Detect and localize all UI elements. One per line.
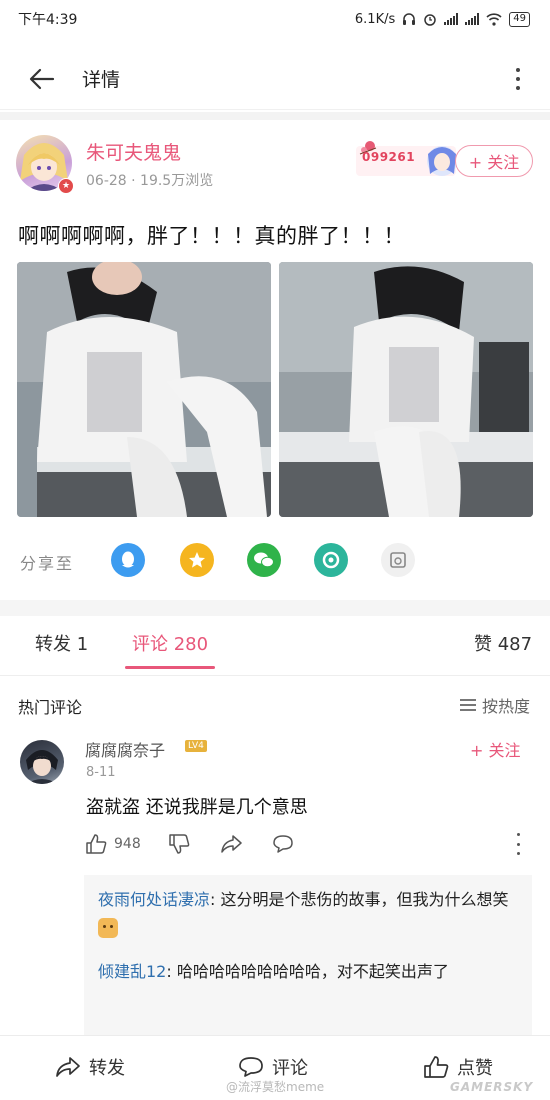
author-name[interactable]: 朱可夫鬼鬼 <box>86 138 181 165</box>
follow-author-button[interactable]: + 关注 <box>455 145 533 177</box>
replies-box[interactable]: 夜雨何处话凄凉: 这分明是个悲伤的故事，但我为什么想笑 倾建乱12: 哈哈哈哈哈… <box>84 875 532 1035</box>
back-button[interactable] <box>22 59 62 99</box>
follow-commenter-button[interactable]: + 关注 <box>470 737 521 761</box>
more-options-button[interactable] <box>508 66 528 92</box>
share-weibo-button[interactable] <box>381 543 415 577</box>
comment-button[interactable]: 评论 <box>238 1054 308 1080</box>
signal-icon <box>444 13 459 25</box>
status-bar: 下午4:39 6.1K/s 49 <box>0 0 550 38</box>
share-wechat-button[interactable] <box>247 543 281 577</box>
comment-like-count: 948 <box>114 836 141 852</box>
commenter-avatar-illustration <box>26 750 58 784</box>
wechat-icon <box>254 552 274 568</box>
tab-likes[interactable]: 赞 487 <box>474 630 532 656</box>
level-badge: LV4 <box>185 740 207 752</box>
moments-icon <box>322 551 340 569</box>
watermark: @流浮莫愁meme <box>226 1080 325 1094</box>
comment-bubble-icon <box>239 1057 263 1077</box>
comment-bubble-icon <box>272 835 293 853</box>
like-button[interactable]: 点赞 <box>423 1054 493 1080</box>
commenter-name[interactable]: 腐腐腐奈子 <box>85 737 165 761</box>
thumbs-up-icon <box>424 1056 449 1078</box>
headphone-icon <box>403 13 416 25</box>
tab-comments[interactable]: 评论 280 <box>132 630 208 656</box>
comment-reply-button[interactable] <box>271 832 295 856</box>
weibo-icon <box>390 552 406 568</box>
verified-badge: ★ <box>58 178 74 194</box>
page-title: 详情 <box>82 69 121 91</box>
share-qzone-button[interactable] <box>180 543 214 577</box>
share-moments-button[interactable] <box>314 543 348 577</box>
comment-dislike-button[interactable] <box>167 832 191 856</box>
divider <box>0 112 550 120</box>
sort-label: 按热度 <box>481 697 530 716</box>
share-qq-button[interactable] <box>111 543 145 577</box>
tabs-divider <box>0 675 550 676</box>
comment-actions: 948 <box>84 832 323 856</box>
reply-author[interactable]: 倾建乱12 <box>98 962 166 981</box>
net-speed: 6.1K/s <box>354 11 396 27</box>
like-label: 点赞 <box>457 1058 493 1079</box>
comment-more-button[interactable] <box>514 833 522 855</box>
share-arrow-icon <box>56 1057 80 1077</box>
comment-label: 评论 <box>272 1058 308 1079</box>
photo-illustration-1 <box>17 262 271 517</box>
reply-text: : 这分明是个悲伤的故事，但我为什么想笑 <box>210 890 509 909</box>
commenter-avatar[interactable] <box>20 740 64 784</box>
post-photo-1[interactable] <box>17 262 271 517</box>
decoration-number: 099261 <box>362 150 416 164</box>
comment-like-button[interactable] <box>84 832 108 856</box>
post-text: 啊啊啊啊啊，胖了！！！真的胖了！！！ <box>18 224 405 248</box>
sort-by-hot-button[interactable]: 按热度 <box>459 693 530 717</box>
forward-button[interactable]: 转发 <box>55 1054 125 1080</box>
active-tab-indicator <box>125 666 215 669</box>
signal-icon-2 <box>465 13 480 25</box>
tab-forward[interactable]: 转发 1 <box>35 630 88 656</box>
qq-icon <box>122 551 134 568</box>
comment-text: 盗就盗 还说我胖是几个意思 <box>86 797 308 818</box>
qzone-icon <box>189 552 205 568</box>
post-photo-2[interactable] <box>279 262 533 517</box>
site-watermark: GAMERSKY <box>450 1080 534 1094</box>
reply-item: 倾建乱12: 哈哈哈哈哈哈哈哈哈，对不起笑出声了 <box>98 957 518 986</box>
share-arrow-icon <box>220 835 242 853</box>
top-bar: 详情 <box>0 48 550 110</box>
dog-emoji-icon <box>98 918 118 938</box>
arrow-left-icon <box>29 68 55 89</box>
thumbs-up-icon <box>86 834 107 854</box>
status-time: 下午4:39 <box>18 12 78 28</box>
share-label: 分享至 <box>20 554 75 573</box>
hot-comments-title: 热门评论 <box>18 698 83 717</box>
reply-text: : 哈哈哈哈哈哈哈哈哈，对不起笑出声了 <box>166 962 449 981</box>
battery-icon: 49 <box>509 11 530 27</box>
list-icon <box>459 699 476 711</box>
reply-item: 夜雨何处话凄凉: 这分明是个悲伤的故事，但我为什么想笑 <box>98 885 518 943</box>
section-divider <box>0 600 550 616</box>
comment-share-button[interactable] <box>219 832 243 856</box>
wifi-icon <box>486 12 502 26</box>
forward-label: 转发 <box>89 1058 125 1079</box>
thumbs-down-icon <box>168 834 190 854</box>
photo-illustration-2 <box>279 262 533 517</box>
post-meta: 06-28 · 19.5万浏览 <box>86 173 214 189</box>
comment-date: 8-11 <box>86 765 116 780</box>
status-icons: 6.1K/s 49 <box>354 11 530 27</box>
reply-author[interactable]: 夜雨何处话凄凉 <box>98 890 210 909</box>
alarm-icon <box>424 14 437 26</box>
